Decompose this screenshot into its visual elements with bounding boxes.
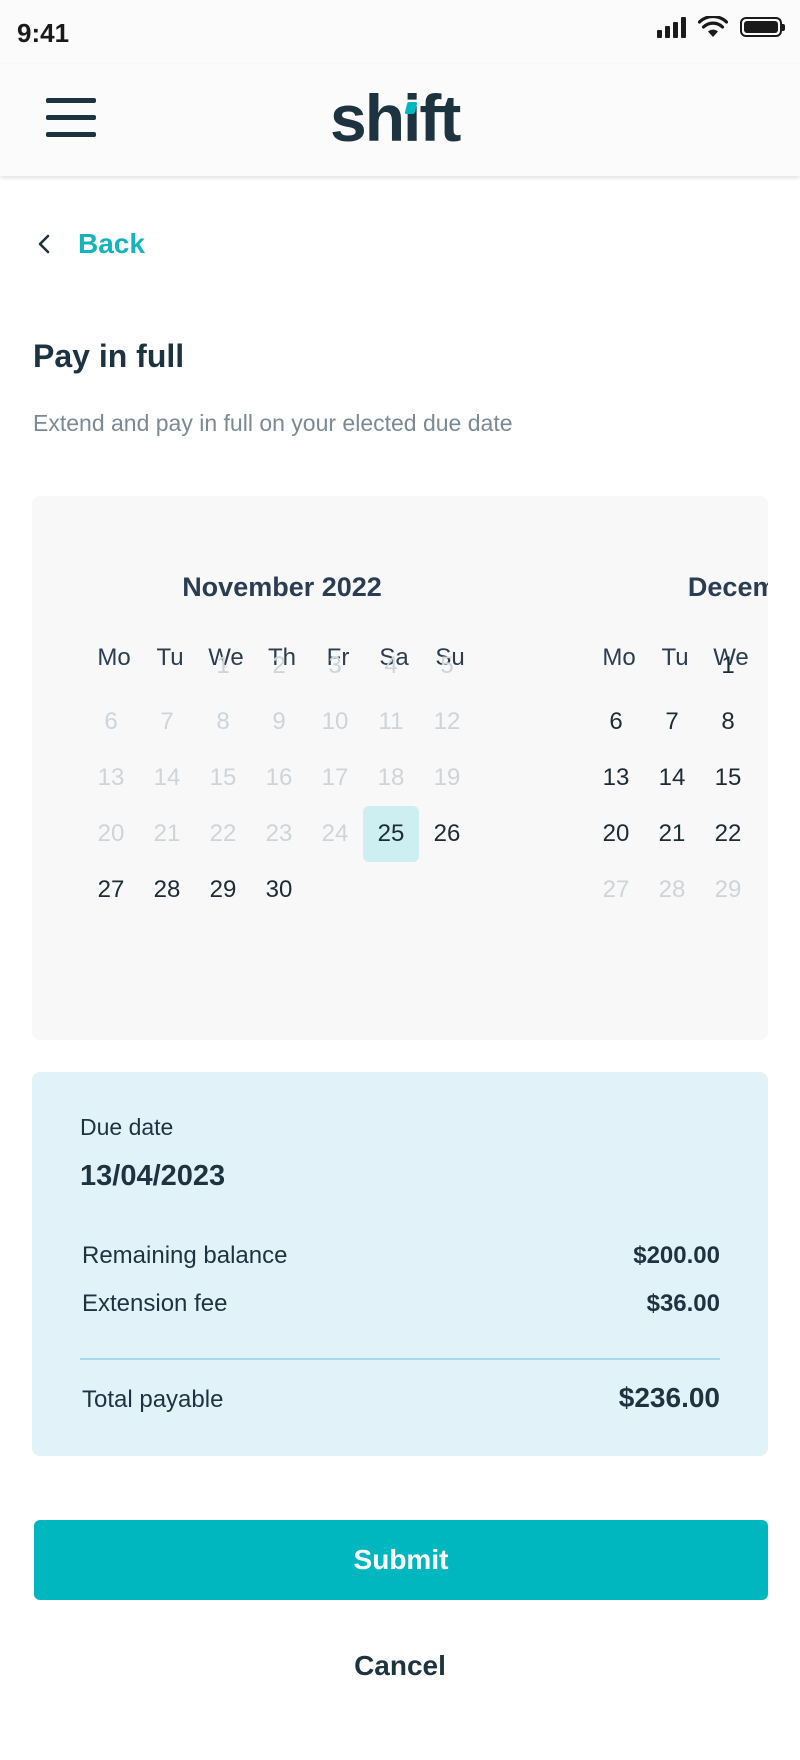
- calendar-day: 15: [209, 764, 237, 791]
- calendar-day: 20: [97, 820, 125, 847]
- calendar-day: 12: [433, 708, 461, 735]
- calendar-day: 19: [433, 764, 461, 791]
- weekday-label: Mo: [602, 644, 636, 671]
- calendar-day[interactable]: 21: [644, 806, 700, 862]
- hamburger-icon: [46, 98, 96, 103]
- calendar-day[interactable]: 16: [756, 750, 768, 806]
- calendar-day: 27: [602, 876, 630, 903]
- calendar-day[interactable]: 22: [700, 806, 756, 862]
- remaining-balance-label: Remaining balance: [82, 1242, 288, 1269]
- calendar-day: 16: [265, 764, 293, 791]
- calendar-day[interactable]: 29: [195, 862, 251, 918]
- calendar-day: 4: [384, 652, 398, 679]
- calendar-day: 3: [328, 652, 342, 679]
- calendar-day[interactable]: 2: [756, 638, 768, 694]
- back-label: Back: [78, 228, 145, 259]
- calendar-day[interactable]: 30: [251, 862, 307, 918]
- due-date-label: Due date: [80, 1114, 174, 1140]
- app-header: shift: [0, 64, 800, 176]
- calendar-day[interactable]: 15: [700, 750, 756, 806]
- calendar-day: 28: [658, 876, 686, 903]
- calendar-day[interactable]: 7: [644, 694, 700, 750]
- weekday-label: Tu: [156, 644, 184, 671]
- calendar-day[interactable]: 14: [644, 750, 700, 806]
- calendar-day: 1: [216, 652, 230, 679]
- calendar-day-selected[interactable]: 25: [363, 806, 419, 862]
- page-subtitle: Extend and pay in full on your elected d…: [33, 410, 513, 436]
- weekday-label: Mo: [97, 644, 131, 671]
- remaining-balance-value: $200.00: [633, 1242, 720, 1269]
- payment-summary-card: Due date 13/04/2023 Remaining balance $2…: [32, 1072, 768, 1456]
- calendar-day[interactable]: 1: [700, 638, 756, 694]
- calendar-day: 24: [321, 820, 349, 847]
- calendar-day[interactable]: 28: [139, 862, 195, 918]
- calendar-day[interactable]: 23: [756, 806, 768, 862]
- extension-fee-value: $36.00: [646, 1290, 720, 1317]
- battery-icon: [740, 17, 785, 37]
- calendar-day: 2: [272, 652, 286, 679]
- calendar-day: 7: [160, 708, 174, 735]
- menu-button[interactable]: [46, 98, 96, 138]
- calendar-day[interactable]: 8: [700, 694, 756, 750]
- month-title: December 2022: [687, 572, 768, 602]
- logo: shift: [330, 81, 461, 155]
- calendar-day[interactable]: 26: [419, 806, 475, 862]
- calendar-day: 30: [756, 862, 768, 918]
- total-payable-value: $236.00: [618, 1382, 720, 1413]
- calendar-day: 11: [378, 708, 404, 735]
- calendar-day[interactable]: 27: [83, 862, 139, 918]
- back-link[interactable]: Back: [34, 228, 145, 260]
- wifi-icon: [698, 16, 728, 37]
- submit-button[interactable]: Submit: [34, 1520, 768, 1600]
- status-icons: [657, 16, 785, 38]
- calendar-day: 8: [216, 708, 230, 735]
- calendar-day: 13: [97, 764, 125, 791]
- cellular-signal-icon: [657, 16, 686, 38]
- calendar-day: 14: [153, 764, 181, 791]
- calendar-day[interactable]: 20: [588, 806, 644, 862]
- calendar-day: 23: [265, 820, 293, 847]
- calendar-day: 18: [377, 764, 405, 791]
- calendar-day[interactable]: 6: [588, 694, 644, 750]
- calendar-day: 5: [440, 652, 454, 679]
- extension-fee-label: Extension fee: [82, 1290, 228, 1317]
- total-payable-label: Total payable: [82, 1386, 224, 1413]
- calendar-day[interactable]: 9: [756, 694, 768, 750]
- chevron-left-icon: [38, 234, 50, 254]
- due-date-value: 13/04/2023: [80, 1160, 226, 1192]
- page-title: Pay in full: [33, 338, 185, 374]
- calendar-day: 22: [209, 820, 237, 847]
- calendar-day: 21: [153, 820, 181, 847]
- calendar-day: 17: [321, 764, 349, 791]
- calendar-day: 9: [272, 708, 286, 735]
- date-picker-calendar[interactable]: November 2022 Mo Tu We Th Fr Sa Su 1 2 3 4 5 6 7 8 9 10 11…: [32, 496, 768, 1040]
- status-time: 9:41: [17, 18, 70, 48]
- summary-divider: [80, 1358, 720, 1360]
- calendar-day[interactable]: 13: [588, 750, 644, 806]
- month-title: November 2022: [182, 572, 382, 602]
- weekday-label: Tu: [661, 644, 689, 671]
- cancel-button[interactable]: Cancel: [300, 1650, 500, 1694]
- calendar-day: 29: [714, 876, 742, 903]
- calendar-day: 6: [104, 708, 118, 735]
- calendar-day: 10: [321, 708, 349, 735]
- status-bar: 9:41: [0, 0, 800, 64]
